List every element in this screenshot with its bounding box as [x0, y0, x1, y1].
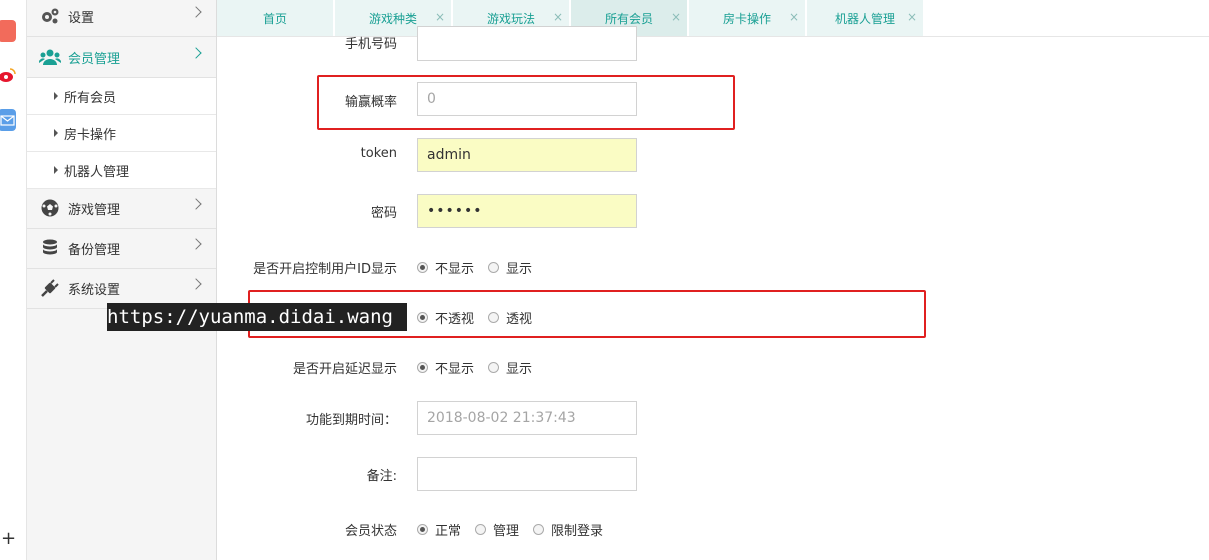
sidebar-item-label: 设置	[68, 10, 95, 26]
token-value: admin	[427, 147, 471, 163]
radio-unchecked-icon	[533, 524, 545, 535]
password-label: 密码	[370, 206, 397, 221]
radio-unchecked-icon	[488, 262, 500, 273]
expire-label: 功能到期时间：	[305, 413, 397, 428]
radio-label: 不显示	[435, 362, 475, 377]
caret-right-icon	[54, 129, 58, 137]
status-radio-group: 正常 管理 限制登录	[417, 520, 617, 539]
sidebar: 设置 会员管理 所有会员 房卡操作 机器人管理 游戏管理 备份管理 系统设置	[27, 0, 217, 560]
win-rate-highlight-box	[317, 75, 735, 130]
sidebar-subitem-room-card[interactable]: 房卡操作	[27, 115, 216, 152]
close-icon[interactable]: ×	[435, 11, 445, 23]
close-icon[interactable]: ×	[671, 11, 681, 23]
radio-unchecked-icon	[488, 362, 500, 373]
gears-icon	[39, 6, 61, 26]
chevron-right-icon	[190, 278, 202, 290]
ctrl-id-hide-radio[interactable]: 不显示	[417, 258, 474, 277]
tab-home[interactable]: 首页	[217, 0, 334, 36]
ctrl-id-label: 是否开启控制用户ID显示	[253, 262, 397, 277]
tab-robot[interactable]: 机器人管理 ×	[807, 0, 924, 36]
remark-field[interactable]	[417, 457, 637, 491]
app-launcher-strip: +	[0, 0, 27, 560]
close-icon[interactable]: ×	[789, 11, 799, 23]
tab-label: 机器人管理	[834, 11, 895, 26]
password-value: ••••••	[427, 203, 483, 219]
delay-show-radio[interactable]: 显示	[488, 358, 532, 377]
radio-label: 管理	[493, 524, 520, 539]
sidebar-subitem-all-members[interactable]: 所有会员	[27, 78, 216, 115]
delay-radio-group: 不显示 显示	[417, 358, 546, 377]
status-label: 会员状态	[344, 524, 397, 539]
delay-label: 是否开启延迟显示	[292, 362, 397, 377]
sidebar-subitem-label: 机器人管理	[64, 164, 130, 180]
sidebar-item-settings[interactable]: 设置	[27, 0, 216, 37]
chevron-right-icon	[190, 238, 202, 250]
sidebar-item-label: 会员管理	[68, 51, 121, 67]
token-label: token	[360, 146, 397, 161]
close-icon[interactable]: ×	[907, 11, 917, 23]
radio-label: 正常	[435, 524, 462, 539]
sidebar-item-label: 备份管理	[68, 242, 121, 258]
radio-checked-icon	[417, 262, 428, 273]
close-icon[interactable]: ×	[553, 11, 563, 23]
radio-unchecked-icon	[475, 524, 487, 535]
delay-hide-radio[interactable]: 不显示	[417, 358, 474, 377]
sidebar-item-label: 系统设置	[68, 282, 121, 298]
radio-label: 显示	[506, 262, 533, 277]
radio-checked-icon	[417, 362, 428, 373]
radio-checked-icon	[417, 524, 428, 535]
sidebar-subitem-label: 所有会员	[64, 90, 117, 106]
expire-time-field[interactable]: 2018-08-02 21:37:43	[417, 401, 637, 435]
radio-label: 不显示	[435, 262, 475, 277]
sidebar-item-members[interactable]: 会员管理	[27, 37, 216, 78]
status-normal-radio[interactable]: 正常	[417, 520, 461, 539]
sidebar-item-label: 游戏管理	[68, 202, 121, 218]
watermark-url: https://yuanma.didai.wang	[107, 303, 407, 331]
database-icon	[39, 238, 61, 258]
soccer-ball-icon	[39, 198, 61, 218]
password-field[interactable]: ••••••	[417, 194, 637, 228]
chevron-right-icon	[190, 6, 202, 18]
radio-label: 显示	[506, 362, 533, 377]
tab-label: 所有会员	[604, 11, 653, 26]
remark-label: 备注:	[366, 469, 397, 484]
tab-bar: 首页 游戏种类 × 游戏玩法 × 所有会员 × 房卡操作 × 机器人管理 ×	[217, 0, 1209, 37]
status-restricted-radio[interactable]: 限制登录	[533, 520, 603, 539]
phone-label: 手机号码	[344, 37, 397, 52]
caret-right-icon	[54, 166, 58, 174]
mail-app-icon[interactable]	[0, 109, 16, 131]
chevron-right-icon	[190, 198, 202, 210]
tab-label: 游戏玩法	[486, 11, 535, 26]
sidebar-subitem-label: 房卡操作	[64, 127, 117, 143]
ctrl-id-radio-group: 不显示 显示	[417, 258, 546, 277]
status-admin-radio[interactable]: 管理	[475, 520, 519, 539]
tab-label: 房卡操作	[722, 11, 771, 26]
phone-field[interactable]	[417, 26, 637, 61]
weibo-app-icon[interactable]	[0, 64, 16, 86]
sidebar-subitem-robot[interactable]: 机器人管理	[27, 152, 216, 189]
ctrl-id-show-radio[interactable]: 显示	[488, 258, 532, 277]
tab-room-card[interactable]: 房卡操作 ×	[689, 0, 806, 36]
chevron-right-icon	[190, 47, 202, 59]
radio-label: 限制登录	[551, 524, 604, 539]
token-field[interactable]: admin	[417, 138, 637, 172]
expire-time-value: 2018-08-02 21:37:43	[427, 410, 576, 426]
caret-right-icon	[54, 92, 58, 100]
tab-label: 首页	[262, 11, 287, 26]
users-icon	[39, 47, 61, 67]
plug-icon	[39, 278, 61, 298]
sidebar-item-backup[interactable]: 备份管理	[27, 228, 216, 269]
tab-label: 游戏种类	[368, 11, 417, 26]
add-app-icon[interactable]: +	[1, 530, 16, 548]
sidebar-item-games[interactable]: 游戏管理	[27, 188, 216, 229]
news-app-icon[interactable]	[0, 20, 16, 42]
